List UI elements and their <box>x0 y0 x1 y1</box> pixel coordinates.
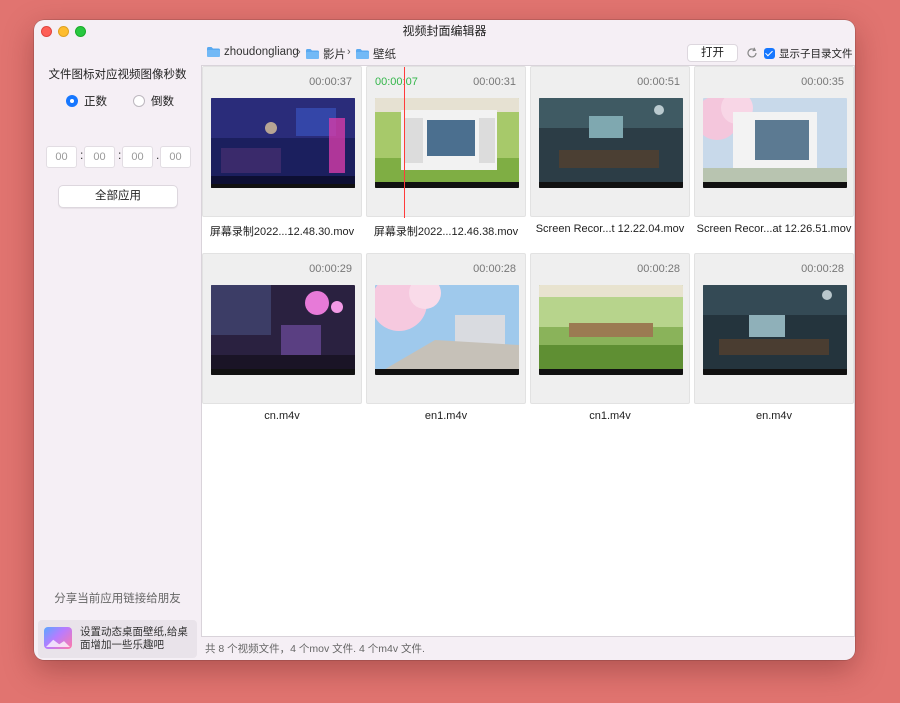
file-name: 屏幕录制2022...12.48.30.mov <box>209 226 355 238</box>
video-tile[interactable]: 00:00:35 Screen Recor...at 12.26.51.mov <box>694 66 854 249</box>
show-subfolders-label: 显示子目录文件 <box>779 48 853 60</box>
video-thumbnail <box>703 285 847 375</box>
duration-label: 00:00:29 <box>309 263 352 275</box>
radio-backward[interactable]: 倒数 <box>133 93 174 109</box>
folder-icon <box>207 47 220 57</box>
radio-unselected-icon <box>133 95 145 107</box>
hours-field[interactable]: 00 <box>46 146 77 168</box>
breadcrumb-label: zhoudongliang <box>224 46 299 58</box>
file-name: cn.m4v <box>264 410 300 422</box>
breadcrumb-label: 壁纸 <box>373 49 396 61</box>
video-thumbnail <box>375 285 519 375</box>
open-button[interactable]: 打开 <box>687 44 738 62</box>
breadcrumb-item[interactable]: 壁纸 <box>356 46 396 62</box>
radio-forward[interactable]: 正数 <box>66 93 107 109</box>
app-window: 视频封面编辑器 文件图标对应视频图像秒数 正数 倒数 00 : 00 : 00 … <box>34 20 855 660</box>
file-name: Screen Recor...at 12.26.51.mov <box>696 223 852 235</box>
file-name: en1.m4v <box>424 410 468 422</box>
sidebar: 文件图标对应视频图像秒数 正数 倒数 00 : 00 : 00 . 00 全部应… <box>34 42 201 660</box>
file-name: 屏幕录制2022...12.46.38.mov <box>373 226 519 238</box>
video-thumbnail <box>211 98 355 188</box>
radio-forward-label: 正数 <box>84 96 107 108</box>
video-tile[interactable]: 00:00:51 Screen Recor...t 12.22.04.mov <box>530 66 690 249</box>
video-thumbnail <box>539 285 683 375</box>
checkbox-checked-icon[interactable] <box>764 48 775 59</box>
titlebar: 视频封面编辑器 <box>34 20 855 42</box>
folder-icon <box>356 49 369 59</box>
frames-field[interactable]: 00 <box>160 146 191 168</box>
video-thumbnail <box>703 98 847 188</box>
video-tile[interactable]: 00:00:28 en1.m4v <box>366 253 526 436</box>
scrub-time-label: 00:00:07 <box>375 76 418 88</box>
status-bar: 共 8 个视频文件，4 个mov 文件. 4 个m4v 文件. <box>205 643 425 655</box>
time-separator: : <box>118 148 122 162</box>
folder-icon <box>306 49 319 59</box>
thumbnail-frame: 00:00:51 <box>530 66 690 217</box>
minimize-window-button[interactable] <box>58 26 69 37</box>
file-name: Screen Recor...t 12.22.04.mov <box>535 223 685 235</box>
refresh-icon[interactable] <box>745 46 759 60</box>
video-tile[interactable]: 00:00:28 en.m4v <box>694 253 854 436</box>
video-thumbnail <box>375 98 519 188</box>
seconds-setting-title: 文件图标对应视频图像秒数 <box>48 69 187 81</box>
zoom-window-button[interactable] <box>75 26 86 37</box>
video-thumbnail <box>211 285 355 375</box>
apply-all-button[interactable]: 全部应用 <box>58 185 178 208</box>
show-subfolders-option[interactable]: 显示子目录文件 <box>764 46 853 61</box>
duration-label: 00:00:35 <box>801 76 844 88</box>
thumbnail-frame: 00:00:28 <box>366 253 526 404</box>
video-tile[interactable]: 00:00:37 屏幕录制2022...12.48.30.mov <box>202 66 362 249</box>
path-bar: zhoudongliang › 影片 › 壁纸 打开 显示子目录文件 <box>201 42 855 65</box>
breadcrumb-item[interactable]: 影片 <box>306 46 346 62</box>
file-name: cn1.m4v <box>589 410 631 422</box>
radio-backward-label: 倒数 <box>151 96 174 108</box>
seconds-field[interactable]: 00 <box>122 146 153 168</box>
thumbnail-frame: 00:00:29 <box>202 253 362 404</box>
thumbnail-frame: 00:00:35 <box>694 66 854 217</box>
wallpaper-promo[interactable]: 设置动态桌面壁纸,给桌面增加一些乐趣吧 <box>38 620 197 658</box>
thumbnail-frame: 00:00:07 00:00:31 <box>366 66 526 218</box>
direction-radio-group: 正数 倒数 <box>34 93 201 109</box>
wallpaper-app-icon <box>44 627 72 649</box>
radio-selected-icon <box>66 95 78 107</box>
time-separator: : <box>80 148 84 162</box>
duration-label: 00:00:28 <box>801 263 844 275</box>
time-separator: . <box>156 148 160 162</box>
thumbnail-frame: 00:00:37 <box>202 66 362 217</box>
chevron-right-icon: › <box>297 46 301 58</box>
breadcrumb-label: 影片 <box>323 49 346 61</box>
video-tile[interactable]: 00:00:29 cn.m4v <box>202 253 362 436</box>
video-thumbnail <box>539 98 683 188</box>
duration-label: 00:00:37 <box>309 76 352 88</box>
duration-label: 00:00:51 <box>637 76 680 88</box>
duration-label: 00:00:31 <box>473 76 516 88</box>
chevron-right-icon: › <box>347 46 351 58</box>
file-name: en.m4v <box>755 410 793 422</box>
duration-label: 00:00:28 <box>637 263 680 275</box>
video-tile[interactable]: 00:00:28 cn1.m4v <box>530 253 690 436</box>
video-tile[interactable]: 00:00:07 00:00:31 屏幕录制2022...12.46.38.mo… <box>366 66 526 249</box>
share-link[interactable]: 分享当前应用链接给朋友 <box>34 590 201 606</box>
playhead[interactable] <box>404 67 405 218</box>
promo-text: 设置动态桌面壁纸,给桌面增加一些乐趣吧 <box>80 626 188 651</box>
minutes-field[interactable]: 00 <box>84 146 115 168</box>
thumbnail-frame: 00:00:28 <box>694 253 854 404</box>
video-grid: 00:00:37 屏幕录制2022...12.48.30.mov 00:00:0… <box>201 65 855 637</box>
breadcrumb-item[interactable]: zhoudongliang <box>207 46 299 58</box>
duration-label: 00:00:28 <box>473 263 516 275</box>
window-title: 视频封面编辑器 <box>402 24 487 38</box>
close-window-button[interactable] <box>41 26 52 37</box>
time-input-group: 00 : 00 : 00 . 00 <box>46 146 191 168</box>
thumbnail-frame: 00:00:28 <box>530 253 690 404</box>
